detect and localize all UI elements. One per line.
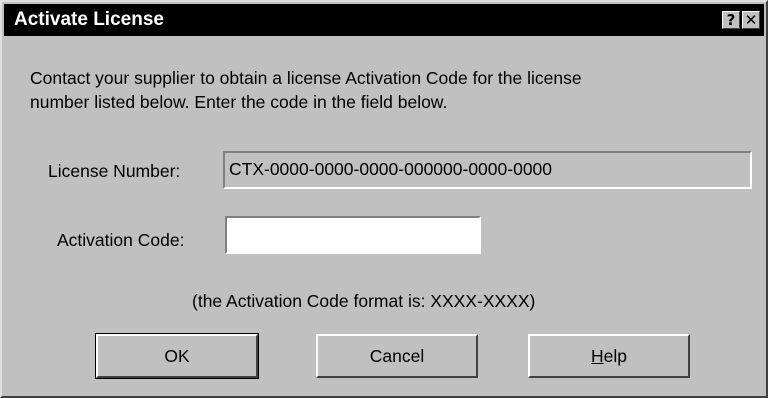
activation-code-input[interactable]	[225, 216, 481, 254]
instructions-text: Contact your supplier to obtain a licens…	[30, 68, 582, 112]
cancel-button[interactable]: Cancel	[316, 334, 478, 378]
help-icon[interactable]: ?	[722, 11, 740, 29]
license-number-field: CTX-0000-0000-0000-000000-0000-0000	[223, 151, 752, 189]
help-mnemonic: H	[591, 345, 604, 366]
close-icon[interactable]: ✕	[742, 11, 760, 29]
help-button[interactable]: Help	[528, 334, 690, 378]
dialog-title: Activate License	[14, 9, 164, 30]
help-label-rest: elp	[603, 345, 627, 366]
activate-license-dialog: Activate License ? ✕ Contact your suppli…	[0, 0, 768, 398]
license-number-label: License Number:	[48, 161, 181, 181]
title-bar[interactable]: Activate License ? ✕	[4, 4, 764, 36]
format-hint: (the Activation Code format is: XXXX-XXX…	[192, 291, 536, 311]
activation-code-label: Activation Code:	[57, 230, 185, 250]
ok-button[interactable]: OK	[95, 333, 259, 379]
